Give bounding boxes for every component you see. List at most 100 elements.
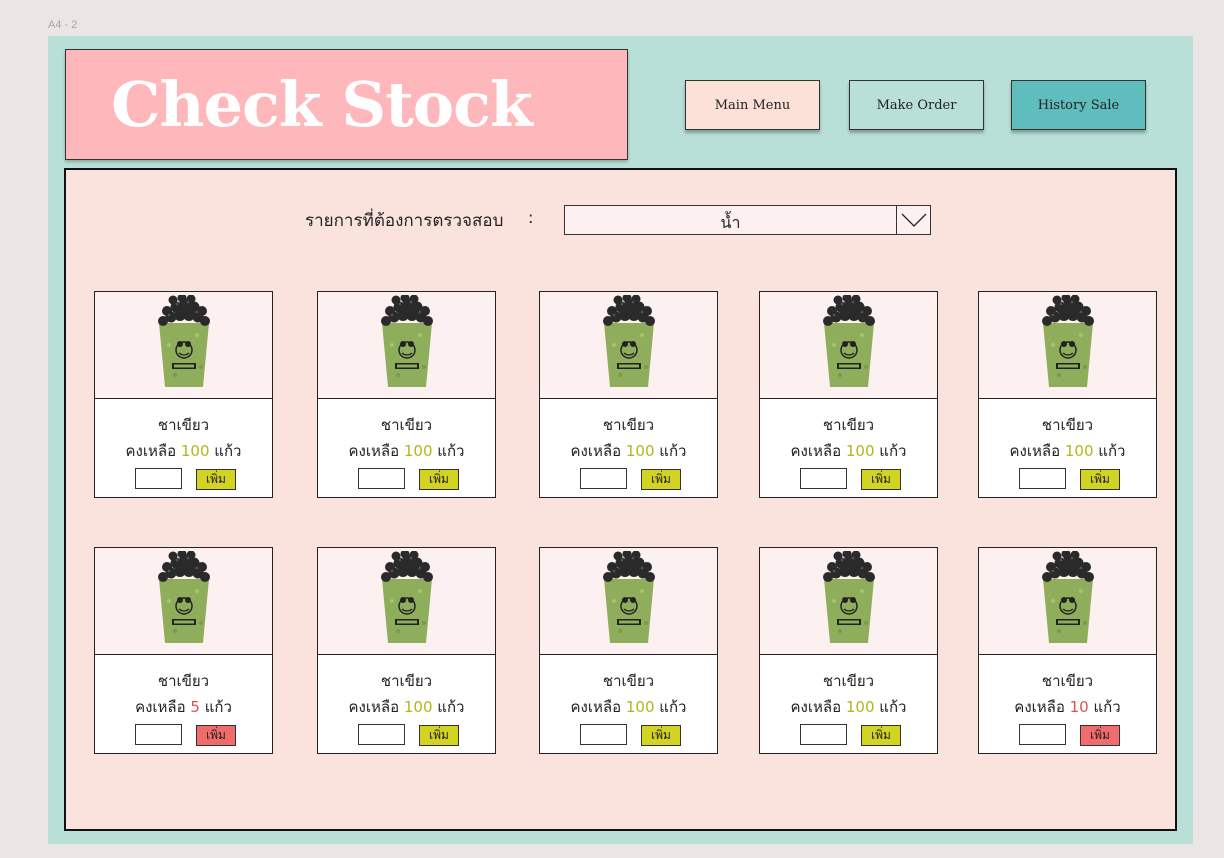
frame-label: A4 - 2	[48, 19, 78, 31]
product-card: ชาเขียว คงเหลือ 100 แก้ว เพิ่ม	[539, 547, 718, 754]
green-tea-cup-icon	[816, 549, 882, 651]
quantity-input[interactable]	[1019, 468, 1066, 489]
product-image	[540, 548, 717, 655]
stock-prefix: คงเหลือ	[1014, 698, 1065, 716]
add-stock-button[interactable]: เพิ่ม	[861, 725, 901, 746]
stock-prefix: คงเหลือ	[348, 698, 400, 716]
stock-unit: แก้ว	[1093, 698, 1121, 716]
stock-unit: แก้ว	[437, 442, 465, 460]
add-stock-button[interactable]: เพิ่ม	[641, 725, 681, 746]
product-name: ชาเขียว	[822, 416, 875, 434]
stock-value: 100	[625, 442, 655, 460]
product-image	[979, 292, 1156, 399]
stock-text: คงเหลือ 100 แก้ว	[318, 439, 495, 463]
stock-unit: แก้ว	[1098, 442, 1126, 460]
quantity-input[interactable]	[358, 724, 405, 745]
product-name: ชาเขียว	[602, 416, 655, 434]
stock-value: 100	[403, 698, 433, 716]
chevron-down-icon[interactable]	[896, 206, 930, 234]
make-order-button[interactable]: Make Order	[849, 80, 984, 130]
main-menu-button[interactable]: Main Menu	[685, 80, 820, 130]
stock-text: คงเหลือ 100 แก้ว	[540, 439, 717, 463]
filter-colon: :	[528, 208, 534, 227]
add-stock-button[interactable]: เพิ่ม	[1080, 725, 1120, 746]
green-tea-cup-icon	[374, 549, 440, 651]
stock-unit: แก้ว	[204, 698, 232, 716]
product-name: ชาเขียว	[157, 672, 210, 690]
green-tea-cup-icon	[816, 293, 882, 395]
product-card: ชาเขียว คงเหลือ 100 แก้ว เพิ่ม	[539, 291, 718, 498]
add-stock-button[interactable]: เพิ่ม	[1080, 469, 1120, 490]
stock-prefix: คงเหลือ	[790, 442, 842, 460]
page-title-banner: Check Stock	[65, 49, 628, 160]
stock-text: คงเหลือ 100 แก้ว	[95, 439, 272, 463]
green-tea-cup-icon	[151, 549, 217, 651]
product-card: ชาเขียว คงเหลือ 100 แก้ว เพิ่ม	[759, 291, 938, 498]
category-select-value: น้ำ	[720, 213, 741, 232]
quantity-input[interactable]	[135, 468, 182, 489]
quantity-input[interactable]	[800, 724, 847, 745]
stock-unit: แก้ว	[879, 442, 907, 460]
product-name: ชาเขียว	[380, 672, 433, 690]
product-image	[95, 292, 272, 399]
green-tea-cup-icon	[1035, 293, 1101, 395]
stock-prefix: คงเหลือ	[135, 698, 186, 716]
product-name: ชาเขียว	[1041, 672, 1094, 690]
green-tea-cup-icon	[596, 293, 662, 395]
product-card: ชาเขียว คงเหลือ 100 แก้ว เพิ่ม	[978, 291, 1157, 498]
product-name: ชาเขียว	[1041, 416, 1094, 434]
stock-value: 10	[1069, 698, 1089, 716]
stock-text: คงเหลือ 100 แก้ว	[760, 695, 937, 719]
product-card: ชาเขียว คงเหลือ 5 แก้ว เพิ่ม	[94, 547, 273, 754]
stock-prefix: คงเหลือ	[125, 442, 177, 460]
product-image	[318, 548, 495, 655]
stock-value: 100	[845, 442, 875, 460]
quantity-input[interactable]	[800, 468, 847, 489]
quantity-input[interactable]	[1019, 724, 1066, 745]
green-tea-cup-icon	[151, 293, 217, 395]
green-tea-cup-icon	[1035, 549, 1101, 651]
product-card: ชาเขียว คงเหลือ 100 แก้ว เพิ่ม	[317, 547, 496, 754]
add-stock-button[interactable]: เพิ่ม	[641, 469, 681, 490]
quantity-input[interactable]	[358, 468, 405, 489]
stock-text: คงเหลือ 100 แก้ว	[760, 439, 937, 463]
add-stock-button[interactable]: เพิ่ม	[419, 725, 459, 746]
add-stock-button[interactable]: เพิ่ม	[196, 725, 236, 746]
stock-unit: แก้ว	[214, 442, 242, 460]
add-stock-button[interactable]: เพิ่ม	[419, 469, 459, 490]
add-stock-button[interactable]: เพิ่ม	[196, 469, 236, 490]
product-image	[979, 548, 1156, 655]
stock-text: คงเหลือ 100 แก้ว	[318, 695, 495, 719]
product-image	[540, 292, 717, 399]
stock-unit: แก้ว	[659, 442, 687, 460]
product-image	[95, 548, 272, 655]
green-tea-cup-icon	[374, 293, 440, 395]
quantity-input[interactable]	[580, 468, 627, 489]
stock-unit: แก้ว	[437, 698, 465, 716]
history-sale-button[interactable]: History Sale	[1011, 80, 1146, 130]
stock-value: 100	[845, 698, 875, 716]
app-frame: Check Stock Main Menu Make Order History…	[48, 36, 1193, 844]
stock-text: คงเหลือ 100 แก้ว	[540, 695, 717, 719]
product-image	[760, 292, 937, 399]
stock-panel: รายการที่ต้องการตรวจสอบ : น้ำ ชาเขียว คง…	[64, 168, 1177, 831]
stock-text: คงเหลือ 10 แก้ว	[979, 695, 1156, 719]
product-card: ชาเขียว คงเหลือ 100 แก้ว เพิ่ม	[759, 547, 938, 754]
product-card: ชาเขียว คงเหลือ 100 แก้ว เพิ่ม	[317, 291, 496, 498]
product-image	[760, 548, 937, 655]
category-select[interactable]: น้ำ	[564, 205, 931, 235]
product-name: ชาเขียว	[822, 672, 875, 690]
green-tea-cup-icon	[596, 549, 662, 651]
stock-value: 100	[1064, 442, 1094, 460]
stock-text: คงเหลือ 100 แก้ว	[979, 439, 1156, 463]
stock-unit: แก้ว	[879, 698, 907, 716]
quantity-input[interactable]	[580, 724, 627, 745]
product-name: ชาเขียว	[157, 416, 210, 434]
quantity-input[interactable]	[135, 724, 182, 745]
add-stock-button[interactable]: เพิ่ม	[861, 469, 901, 490]
stock-value: 5	[190, 698, 200, 716]
stock-value: 100	[403, 442, 433, 460]
stock-prefix: คงเหลือ	[1009, 442, 1061, 460]
product-card: ชาเขียว คงเหลือ 100 แก้ว เพิ่ม	[94, 291, 273, 498]
stock-prefix: คงเหลือ	[348, 442, 400, 460]
